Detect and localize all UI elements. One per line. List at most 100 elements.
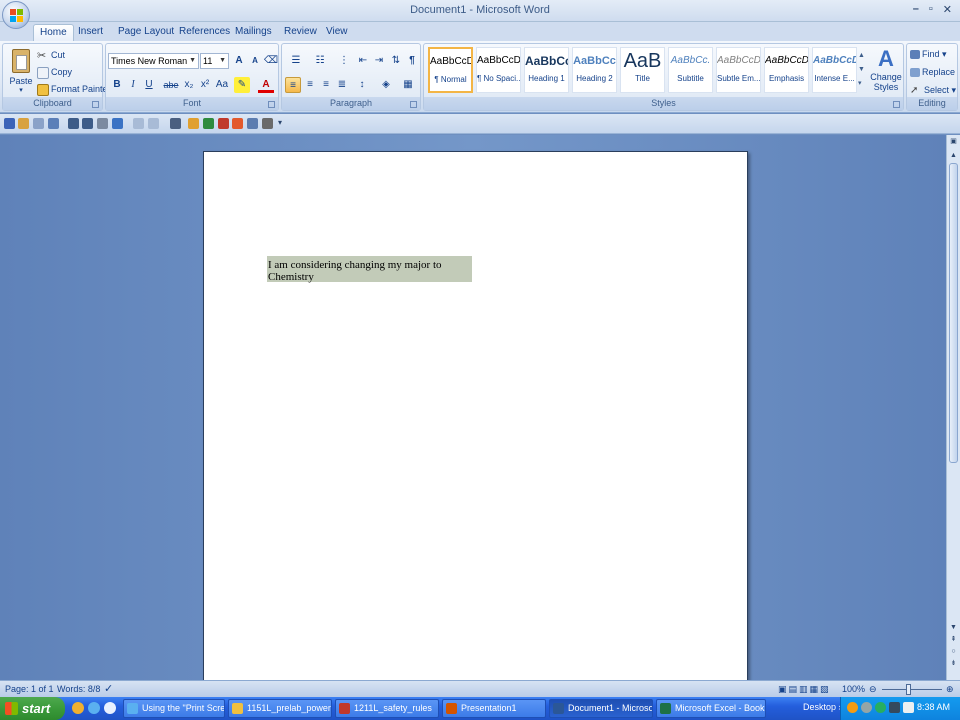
justify-icon[interactable]: ≣ [334,77,350,93]
tab-page-layout[interactable]: Page Layout [112,24,180,41]
show-marks-button[interactable]: ¶ [404,53,420,69]
selected-document-text[interactable]: I am considering changing my major to Ch… [267,256,472,283]
copy-button[interactable]: Copy [37,65,72,80]
vertical-scrollbar[interactable]: ▣ ▲ ▼ ⇞ ○ ⇟ [946,135,960,680]
bold-button[interactable]: B [109,77,125,93]
paragraph-launcher-icon[interactable] [410,101,417,108]
find-button[interactable]: Find ▾ [910,47,947,62]
quick-launch-icon[interactable] [72,702,84,714]
shading-icon[interactable]: ◈ [376,77,396,93]
numbering-icon[interactable]: ☷ [309,53,331,69]
zoom-out-icon[interactable]: ⊖ [869,683,877,696]
strikethrough-button[interactable]: abe [162,77,180,93]
office-button[interactable] [2,1,30,29]
taskbar-item-active[interactable]: Document1 - Microsof... [549,699,653,718]
select-button[interactable]: ➚ Select ▾ [910,83,956,98]
tab-references[interactable]: References [173,24,236,41]
change-case-button[interactable]: Aa [213,77,231,93]
bullets-icon[interactable]: ☰ [285,53,307,69]
access-icon[interactable] [232,118,243,129]
line-spacing-icon[interactable]: ↕ [352,77,372,93]
italic-button[interactable]: I [125,77,141,93]
powerpoint-icon[interactable] [218,118,229,129]
styles-scroll-icon[interactable]: ▲ ▼ ▾ [858,49,866,93]
sort-icon[interactable]: ⇅ [388,53,404,69]
undo-icon[interactable] [112,118,123,129]
shrink-font-button[interactable]: A [247,53,263,69]
style-no-spacing[interactable]: AaBbCcDc ¶ No Spaci... [476,47,521,93]
font-size-combo[interactable]: 11 ▼ [200,53,229,69]
ruler-toggle-icon[interactable]: ▣ [948,137,959,147]
tray-icon[interactable] [861,702,872,713]
replace-button[interactable]: Replace [910,65,955,80]
styles-launcher-icon[interactable] [893,101,900,108]
align-left-icon[interactable]: ≡ [285,77,301,93]
grow-font-button[interactable]: A [231,53,247,69]
underline-button[interactable]: U [141,77,157,93]
taskbar-item[interactable]: Presentation1 [442,699,546,718]
paste-button[interactable]: Paste ▾ [7,47,35,95]
highlight-icon[interactable]: ✎ [234,77,250,93]
print-icon[interactable] [262,118,273,129]
proofing-icon[interactable]: ✓ [104,683,113,696]
subscript-button[interactable]: x₂ [181,77,197,93]
tray-icon[interactable] [903,702,914,713]
ie-icon[interactable] [88,702,100,714]
taskbar-item[interactable]: Microsoft Excel - Book1 [656,699,766,718]
tray-icon[interactable] [889,702,900,713]
align-center-icon[interactable]: ≡ [302,77,318,93]
tab-mailings[interactable]: Mailings [229,24,278,41]
browse-object-icon[interactable]: ○ [948,647,959,657]
sigma-icon[interactable] [97,118,108,129]
zoom-in-icon[interactable]: ⊕ [946,683,954,696]
paste-icon[interactable] [18,118,29,129]
style-heading-2[interactable]: AaBbCc Heading 2 [572,47,617,93]
page-count[interactable]: Page: 1 of 1 [5,683,54,696]
document-page[interactable]: I am considering changing my major to Ch… [203,151,748,691]
close-button[interactable]: ✕ [943,3,952,16]
subscript-icon[interactable] [68,118,79,129]
align-right-icon[interactable]: ≡ [318,77,334,93]
save-icon[interactable] [4,118,15,129]
scroll-up-icon[interactable]: ▲ [948,151,959,161]
clear-formatting-icon[interactable]: ⌫ [263,53,279,69]
tab-view[interactable]: View [320,24,354,41]
tray-icon[interactable] [875,702,886,713]
zoom-slider-thumb[interactable] [906,684,911,695]
superscript-button[interactable]: x² [197,77,213,93]
format-painter-button[interactable]: Format Painter [37,82,111,97]
outlook-icon[interactable] [247,118,258,129]
redo-icon[interactable] [133,118,144,129]
desktop-toolbar[interactable]: Desktop » [803,702,844,712]
next-page-icon[interactable]: ⇟ [948,659,959,669]
taskbar-item[interactable]: Using the "Print Scree... [123,699,225,718]
increase-indent-icon[interactable]: ⇥ [371,53,387,69]
restore-button[interactable]: ▫ [929,3,933,16]
tab-home[interactable]: Home [33,24,74,41]
font-name-combo[interactable]: Times New Roman ▼ [108,53,199,69]
clipboard-launcher-icon[interactable] [92,101,99,108]
minimize-button[interactable]: – [913,3,919,16]
excel-icon[interactable] [203,118,214,129]
word-count[interactable]: Words: 8/8 [57,683,100,696]
customize-toolbar-icon[interactable]: ▾ [278,118,289,129]
style-title[interactable]: AaB Title [620,47,665,93]
style-subtle-emphasis[interactable]: AaBbCcDc Subtle Em... [716,47,761,93]
tab-review[interactable]: Review [278,24,323,41]
borders-icon[interactable]: ▦ [398,77,418,93]
view-buttons-icon[interactable]: ▣▤▥▦▧ [778,683,831,696]
table-icon[interactable] [170,118,181,129]
scroll-thumb[interactable] [949,163,958,463]
decrease-indent-icon[interactable]: ⇤ [355,53,371,69]
start-button[interactable]: start [0,697,65,720]
multilevel-list-icon[interactable]: ⋮ [333,53,355,69]
superscript-icon[interactable] [82,118,93,129]
style-intense-emphasis[interactable]: AaBbCcDc Intense E... [812,47,857,93]
taskbar-item[interactable]: 1151L_prelab_power... [228,699,332,718]
spelling-icon[interactable] [33,118,44,129]
tray-icon[interactable] [847,702,858,713]
style-normal[interactable]: AaBbCcDc ¶ Normal [428,47,473,93]
font-color-icon[interactable]: A [258,77,274,93]
repeat-icon[interactable] [148,118,159,129]
tab-insert[interactable]: Insert [72,24,109,41]
